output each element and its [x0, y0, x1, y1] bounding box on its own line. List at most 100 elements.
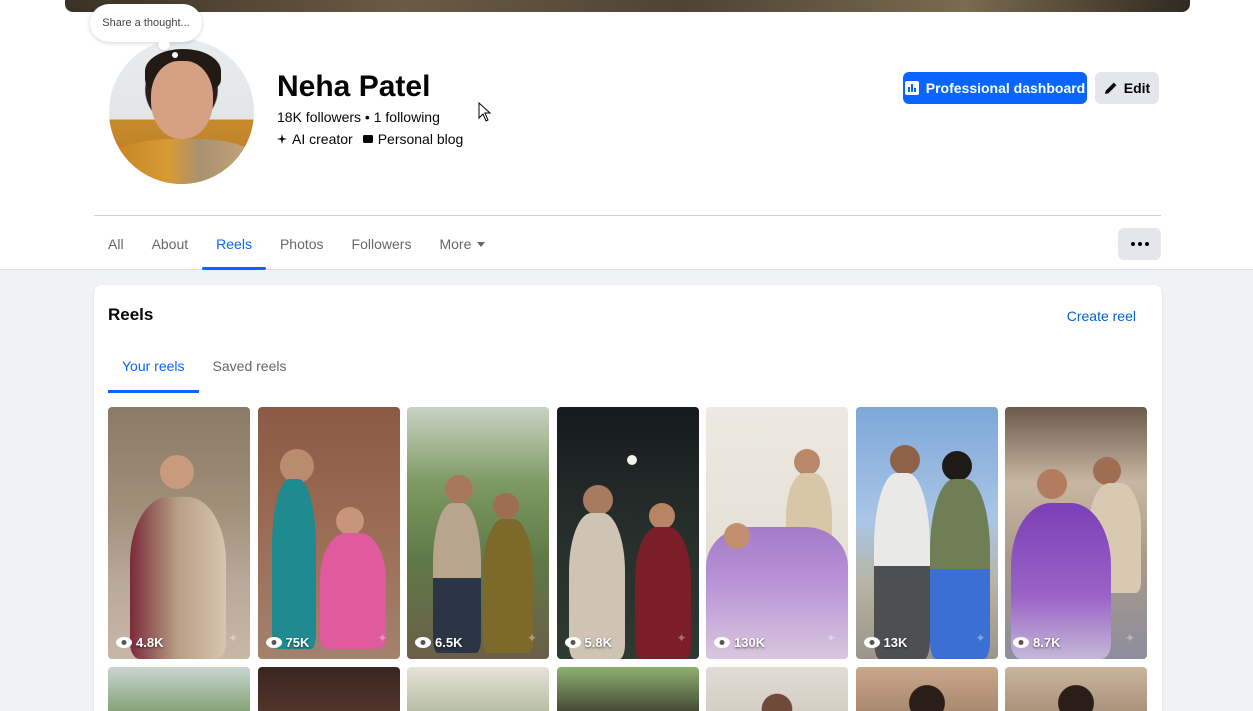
- header-divider: [94, 215, 1161, 216]
- avatar-body: [109, 139, 254, 184]
- share-thought-bubble[interactable]: Share a thought...: [90, 4, 202, 42]
- reel-thumbnail[interactable]: [556, 667, 699, 711]
- tab-reels[interactable]: Reels: [202, 218, 266, 270]
- reel-thumbnail[interactable]: [706, 667, 848, 711]
- eye-icon: [714, 637, 730, 648]
- reel-thumbnail[interactable]: [1005, 667, 1147, 711]
- reels-title: Reels: [108, 305, 154, 324]
- create-reel-link[interactable]: Create reel: [1067, 308, 1136, 324]
- edit-label: Edit: [1123, 80, 1151, 96]
- tab-more[interactable]: More: [425, 218, 499, 270]
- reel-thumbnail[interactable]: [257, 667, 400, 711]
- figure-head: [889, 445, 920, 475]
- sparkle-icon: ✦: [227, 631, 238, 645]
- figure-head: [582, 485, 613, 515]
- figure-head: [493, 493, 519, 519]
- profile-tags: AI creator Personal blog: [277, 131, 463, 147]
- figure-body: [319, 533, 386, 649]
- sparkle-icon: ✦: [975, 631, 986, 645]
- reel-views: 130K: [714, 635, 765, 650]
- profile-tabs: All About Reels Photos Followers More: [94, 218, 499, 270]
- pencil-icon: [1104, 82, 1117, 94]
- subtab-label: Saved reels: [212, 358, 287, 374]
- reel-thumbnail[interactable]: 5.8K ✦: [556, 407, 699, 659]
- tab-all[interactable]: All: [94, 218, 138, 270]
- tab-label: Photos: [279, 236, 324, 252]
- reels-card: Reels Create reel Your reels Saved reels…: [94, 285, 1162, 711]
- eye-icon: [265, 637, 282, 648]
- sparkle-icon: ✦: [526, 631, 537, 645]
- cover-photo[interactable]: [65, 0, 1190, 12]
- figure-body: [433, 503, 481, 653]
- eye-icon: [863, 637, 880, 648]
- tab-followers[interactable]: Followers: [338, 218, 426, 270]
- reel-thumbnail[interactable]: 8.7K ✦: [1005, 407, 1147, 659]
- reels-subtabs: Your reels Saved reels: [108, 347, 300, 393]
- reel-views: 75K: [265, 635, 309, 650]
- reel-views: 8.7K: [1013, 635, 1060, 650]
- figure-body: [271, 479, 316, 649]
- dot-icon: [1144, 242, 1149, 246]
- mouse-cursor-icon: [478, 102, 492, 122]
- reel-thumbnail[interactable]: [108, 667, 250, 711]
- avatar-face: [151, 61, 213, 139]
- more-options-button[interactable]: [1118, 228, 1161, 260]
- tag-label: AI creator: [292, 131, 353, 147]
- sparkle-icon: ✦: [676, 631, 687, 645]
- sparkle-icon: ✦: [377, 631, 388, 645]
- followers-line[interactable]: 18K followers • 1 following: [277, 109, 440, 125]
- views-count: 130K: [734, 635, 766, 650]
- caret-down-icon: [477, 241, 486, 247]
- reel-thumbnail[interactable]: 75K ✦: [257, 407, 400, 659]
- views-count: 6.5K: [435, 635, 463, 650]
- reel-thumbnail[interactable]: [855, 667, 998, 711]
- tab-about[interactable]: About: [138, 218, 203, 270]
- reel-views: 6.5K: [415, 635, 462, 650]
- figure-head: [648, 503, 675, 529]
- figure-body: [483, 519, 533, 653]
- subtab-your-reels[interactable]: Your reels: [108, 347, 199, 393]
- figure-head: [1093, 457, 1121, 485]
- tag-personal-blog: Personal blog: [362, 131, 464, 147]
- profile-name: Neha Patel: [277, 70, 431, 103]
- thought-bubble-dot: [172, 52, 178, 58]
- tab-photos[interactable]: Photos: [266, 218, 338, 270]
- views-count: 4.8K: [136, 635, 164, 650]
- sparkle-icon: ✦: [1124, 631, 1135, 645]
- reel-views: 13K: [863, 635, 908, 650]
- reel-thumbnail[interactable]: 6.5K ✦: [407, 407, 549, 659]
- sparkle-icon: [277, 134, 287, 144]
- figure-head: [445, 475, 473, 503]
- blog-icon: [362, 135, 373, 143]
- subtab-label: Your reels: [122, 358, 185, 374]
- views-count: 13K: [883, 635, 908, 650]
- reel-thumbnail[interactable]: 4.8K ✦: [108, 407, 250, 659]
- reel-thumbnail[interactable]: 130K ✦: [706, 407, 848, 659]
- eye-icon: [415, 637, 431, 648]
- views-count: 8.7K: [1033, 635, 1061, 650]
- reel-views: 4.8K: [116, 635, 163, 650]
- professional-dashboard-button[interactable]: Professional dashboard: [903, 72, 1087, 104]
- figure-body: [873, 473, 930, 659]
- chart-icon: [904, 81, 919, 95]
- views-count: 5.8K: [584, 635, 612, 650]
- edit-profile-button[interactable]: Edit: [1095, 72, 1159, 104]
- figure-head: [279, 449, 314, 483]
- reel-thumbnail[interactable]: [407, 667, 549, 711]
- eye-icon: [564, 637, 581, 648]
- professional-dashboard-label: Professional dashboard: [925, 80, 1086, 96]
- eye-icon: [116, 637, 132, 648]
- reel-thumbnail[interactable]: 13K ✦: [855, 407, 998, 659]
- sparkle-icon: ✦: [825, 631, 836, 645]
- figure-head: [335, 507, 364, 535]
- profile-avatar[interactable]: [106, 36, 257, 187]
- figure-head: [724, 523, 750, 549]
- thought-bubble-dot: [158, 40, 170, 50]
- tag-label: Personal blog: [377, 131, 464, 147]
- figure-head: [941, 451, 972, 481]
- subtab-saved-reels[interactable]: Saved reels: [199, 347, 301, 385]
- eye-icon: [1013, 637, 1029, 648]
- dot-icon: [1130, 242, 1135, 246]
- figure-head: [794, 449, 820, 475]
- tab-label: Reels: [216, 236, 252, 252]
